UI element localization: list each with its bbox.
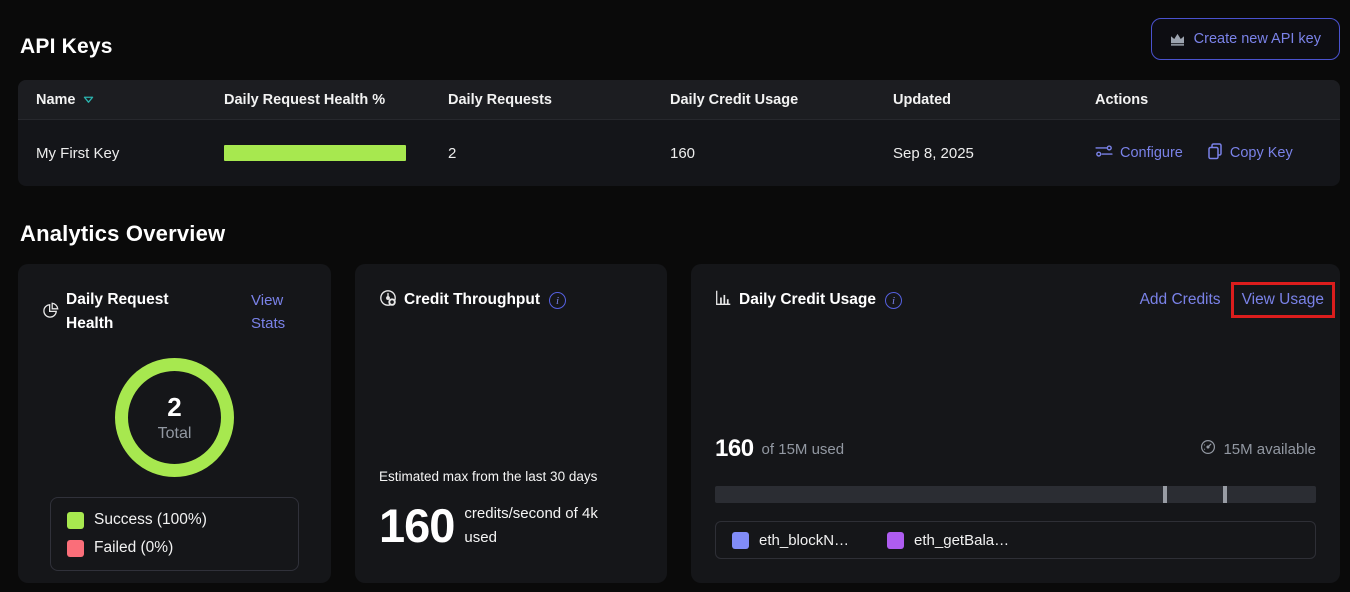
- daily-requests-cell: 2: [430, 145, 652, 162]
- gauge-icon: [379, 289, 397, 312]
- credits-used-suffix: of 15M used: [762, 441, 845, 458]
- donut-total-label: Total: [158, 425, 192, 443]
- dial-icon: [1200, 439, 1216, 459]
- page-title: API Keys: [20, 35, 113, 60]
- api-keys-table: Name Daily Request Health % Daily Reques…: [18, 80, 1340, 186]
- success-label: Success (100%): [94, 511, 207, 529]
- bar-chart-icon: [715, 289, 732, 311]
- success-swatch: [67, 512, 84, 529]
- throughput-subtitle: Estimated max from the last 30 days: [379, 469, 643, 484]
- updated-cell: Sep 8, 2025: [875, 145, 1077, 162]
- card-header: Daily Request Health View Stats: [42, 288, 307, 336]
- crown-icon: [1170, 33, 1185, 46]
- credits-available: 15M available: [1200, 439, 1316, 459]
- credits-used-value: 160: [715, 435, 754, 463]
- configure-link[interactable]: Configure: [1095, 144, 1183, 162]
- daily-credit-usage-cell: 160: [652, 145, 875, 162]
- copy-icon: [1207, 143, 1223, 164]
- create-api-key-button[interactable]: Create new API key: [1151, 18, 1340, 60]
- failed-swatch: [67, 540, 84, 557]
- card-header: Credit Throughput i: [379, 288, 643, 312]
- legend-item-failed: Failed (0%): [67, 539, 282, 557]
- eth-blocknumber-label: eth_blockN…: [759, 532, 849, 549]
- table-header-row: Name Daily Request Health % Daily Reques…: [18, 80, 1340, 120]
- add-credits-link[interactable]: Add Credits: [1140, 291, 1221, 309]
- credits-available-label: 15M available: [1223, 441, 1316, 458]
- column-header-credit-usage: Daily Credit Usage: [652, 92, 875, 108]
- daily-credit-usage-card: Daily Credit Usage i Add Credits View Us…: [691, 264, 1340, 583]
- credit-throughput-card: Credit Throughput i Estimated max from t…: [355, 264, 667, 583]
- analytics-cards: Daily Request Health View Stats 2 Total …: [18, 264, 1340, 583]
- throughput-value-row: 160 credits/second of 4k used: [379, 498, 643, 553]
- failed-label: Failed (0%): [94, 539, 173, 557]
- health-donut-chart: 2 Total: [42, 358, 307, 477]
- throughput-unit: credits/second of 4k used: [464, 502, 634, 550]
- table-row: My First Key 2 160 Sep 8, 2025 Configure: [18, 120, 1340, 186]
- copy-key-link[interactable]: Copy Key: [1207, 143, 1293, 164]
- view-stats-link[interactable]: View Stats: [251, 289, 307, 336]
- usage-card-links: Add Credits View Usage: [1140, 291, 1316, 309]
- configure-label: Configure: [1120, 145, 1183, 161]
- progress-tick: [1223, 486, 1227, 503]
- health-cell: [206, 145, 430, 161]
- legend-item-eth-blocknumber: eth_blockN…: [732, 532, 849, 549]
- card-title: Daily Request Health: [66, 288, 184, 336]
- dashboard-page: API Keys Create new API key Name Daily R…: [0, 0, 1350, 583]
- column-header-requests: Daily Requests: [430, 92, 652, 108]
- pie-chart-icon: [42, 302, 59, 324]
- card-header: Daily Credit Usage i Add Credits View Us…: [715, 288, 1316, 312]
- annotation-highlight-box: View Usage: [1231, 282, 1335, 318]
- daily-request-health-card: Daily Request Health View Stats 2 Total …: [18, 264, 331, 583]
- key-name-cell: My First Key: [18, 145, 206, 162]
- eth-getbalance-swatch: [887, 532, 904, 549]
- actions-cell: Configure Copy Key: [1077, 143, 1340, 164]
- column-header-actions: Actions: [1077, 92, 1340, 108]
- eth-getbalance-label: eth_getBala…: [914, 532, 1009, 549]
- analytics-heading: Analytics Overview: [20, 221, 1340, 247]
- info-icon[interactable]: i: [885, 292, 902, 309]
- legend-item-eth-getbalance: eth_getBala…: [887, 532, 1009, 549]
- usage-stats-row: 160 of 15M used 15M available: [715, 435, 1316, 463]
- card-title: Daily Credit Usage: [739, 288, 876, 312]
- info-icon[interactable]: i: [549, 292, 566, 309]
- usage-legend: eth_blockN… eth_getBala…: [715, 521, 1316, 559]
- donut-ring: 2 Total: [115, 358, 234, 477]
- credit-usage-progress-bar: [715, 486, 1316, 503]
- view-usage-link[interactable]: View Usage: [1242, 291, 1324, 308]
- progress-tick: [1163, 486, 1167, 503]
- health-legend: Success (100%) Failed (0%): [50, 497, 299, 571]
- sliders-icon: [1095, 144, 1113, 162]
- card-title: Credit Throughput: [404, 288, 540, 312]
- sort-icon[interactable]: [83, 92, 94, 108]
- throughput-value: 160: [379, 498, 454, 553]
- column-header-updated: Updated: [875, 92, 1077, 108]
- legend-item-success: Success (100%): [67, 511, 282, 529]
- donut-total-value: 2: [167, 392, 181, 423]
- column-header-health: Daily Request Health %: [206, 92, 430, 108]
- create-api-key-label: Create new API key: [1194, 31, 1321, 47]
- column-header-name[interactable]: Name: [18, 92, 206, 108]
- copy-key-label: Copy Key: [1230, 145, 1293, 161]
- eth-blocknumber-swatch: [732, 532, 749, 549]
- topbar: API Keys Create new API key: [18, 0, 1340, 60]
- health-bar: [224, 145, 406, 161]
